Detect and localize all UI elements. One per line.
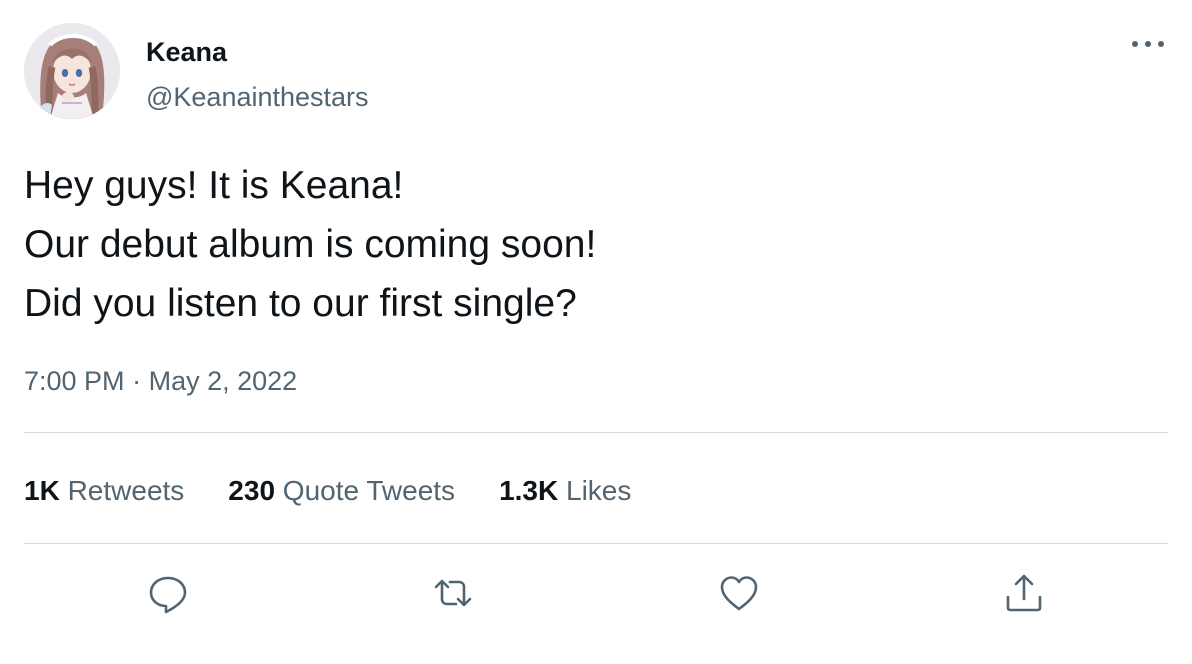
share-icon: [1006, 574, 1042, 612]
user-handle[interactable]: @Keanainthestars: [146, 82, 369, 113]
retweet-button[interactable]: [431, 571, 475, 615]
reply-icon: [149, 576, 187, 614]
tweet-timestamp: 7:00 PM · May 2, 2022: [24, 366, 297, 397]
tweet-card: Keana @Keanainthestars Hey guys! It is K…: [0, 0, 1192, 664]
quote-tweets-label: Quote Tweets: [282, 475, 456, 506]
retweets-stat[interactable]: 1K Retweets: [24, 475, 184, 507]
divider: [24, 432, 1168, 433]
more-options-button[interactable]: [1126, 30, 1170, 58]
tweet-date[interactable]: May 2, 2022: [149, 366, 298, 396]
likes-stat[interactable]: 1.3K Likes: [499, 475, 631, 507]
likes-count: 1.3K: [499, 475, 559, 506]
likes-label: Likes: [566, 475, 632, 506]
display-name[interactable]: Keana: [146, 37, 227, 68]
tweet-text: Hey guys! It is Keana! Our debut album i…: [24, 156, 1164, 333]
tweet-text-line: Our debut album is coming soon!: [24, 223, 597, 266]
share-button[interactable]: [1002, 571, 1046, 615]
heart-icon: [720, 576, 758, 611]
quote-tweets-count: 230: [228, 475, 276, 506]
tweet-stats: 1K Retweets 230 Quote Tweets 1.3K Likes: [24, 475, 675, 507]
tweet-text-line: Did you listen to our first single?: [24, 282, 577, 325]
retweets-label: Retweets: [67, 475, 185, 506]
quote-tweets-stat[interactable]: 230 Quote Tweets: [228, 475, 455, 507]
more-icon: [1132, 41, 1164, 47]
anime-girl-avatar-icon: [24, 23, 120, 119]
timestamp-separator: ·: [132, 366, 142, 396]
like-button[interactable]: [717, 571, 761, 615]
avatar[interactable]: [24, 23, 120, 119]
tweet-text-line: Hey guys! It is Keana!: [24, 164, 404, 207]
reply-button[interactable]: [146, 571, 190, 615]
retweets-count: 1K: [24, 475, 60, 506]
divider: [24, 543, 1168, 544]
tweet-time[interactable]: 7:00 PM: [24, 366, 125, 396]
retweet-icon: [434, 579, 472, 607]
